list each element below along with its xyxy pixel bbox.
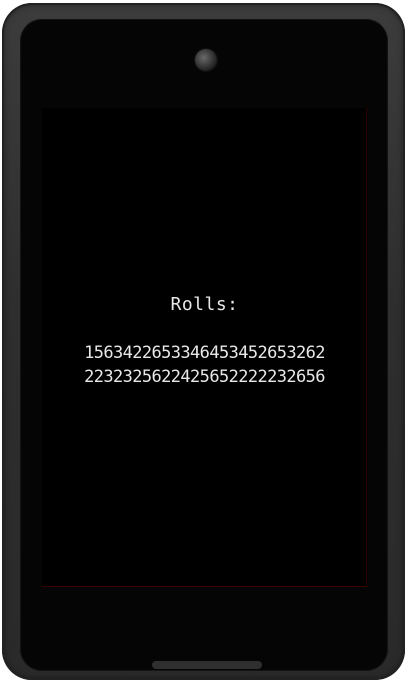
rolls-line-2: 2232325622425652222232656 [84, 367, 325, 387]
rolls-heading: Rolls: [170, 294, 239, 315]
app-screen: Rolls: 1563422653346453452653262 2232325… [42, 108, 367, 587]
device-bottom-edge [152, 661, 262, 669]
front-camera [195, 49, 217, 71]
screen-edge-bottom [42, 586, 367, 587]
rolls-line-1: 1563422653346453452653262 [84, 343, 325, 363]
